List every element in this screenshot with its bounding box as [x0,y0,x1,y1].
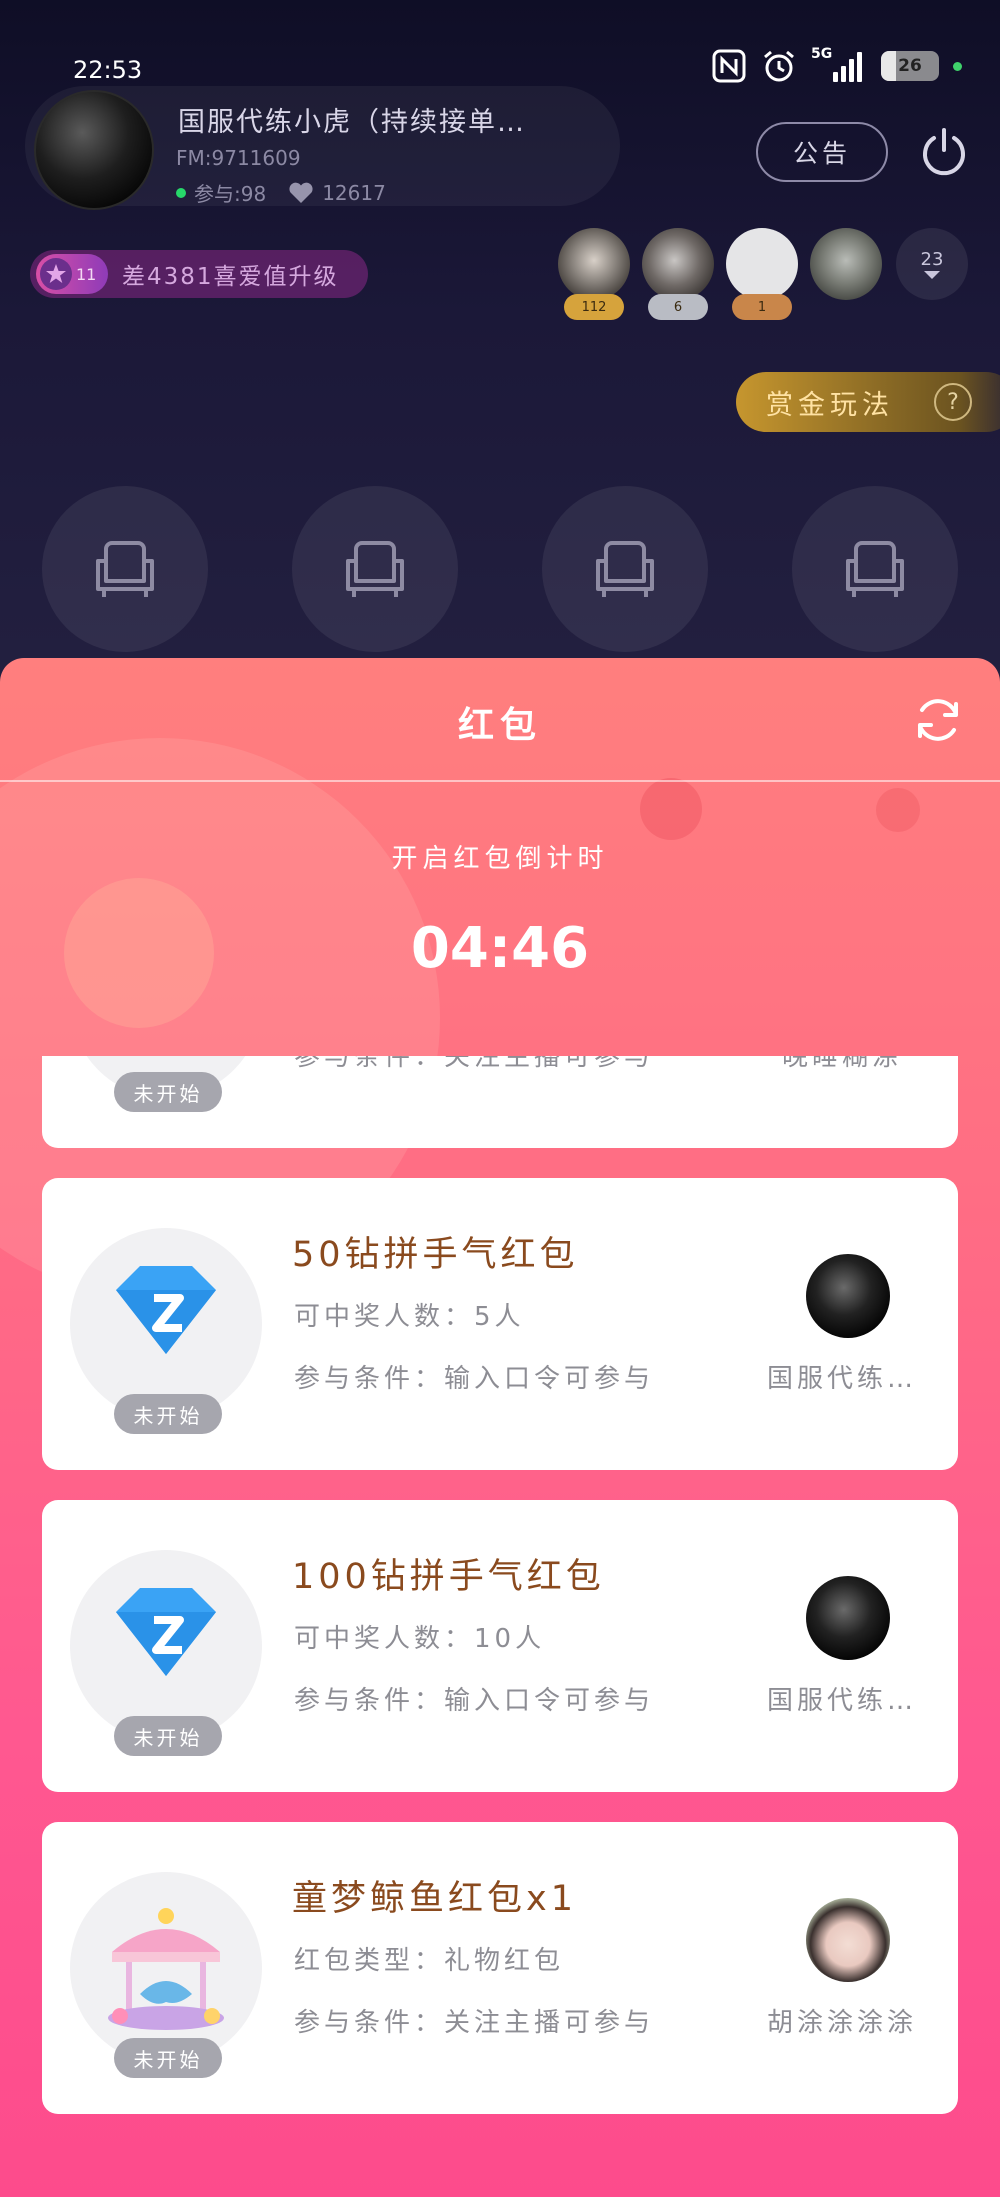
countdown-timer: 04:46 [410,916,590,981]
seat-icon [346,541,404,597]
host-avatar[interactable] [34,90,154,210]
card-condition: 参与条件：关注主播可参与 [294,1056,655,1072]
likes-count: 12617 [322,180,386,205]
chevron-down-icon [924,270,940,279]
bounty-play-label: 赏金玩法 [766,389,894,421]
level-badge: 11 [36,254,108,294]
red-packet-icon-wrap [70,1872,262,2064]
status-badge: 未开始 [114,1394,222,1434]
countdown-label: 开启红包倒计时 [391,844,609,874]
divider [0,780,1000,782]
diamond-icon [116,1588,216,1676]
host-name[interactable]: 国服代练小虎（持续接单… [178,100,526,139]
seat-icon [846,541,904,597]
level-number: 11 [76,264,97,284]
card-title: 100钻拼手气红包 [292,1557,605,1597]
battery-level: 26 [898,56,922,76]
alarm-icon [761,48,797,84]
viewer-avatar[interactable]: 6 [642,228,714,320]
red-packet-card[interactable]: 未开始 50钻拼手气红包 可中奖人数：5人 参与条件：输入口令可参与 国服代练… [42,1178,958,1470]
card-title: 50钻拼手气红包 [292,1235,579,1275]
red-packet-card[interactable]: 未开始 参与条件：关注主播可参与 晚睡糊涂 [42,1056,958,1148]
viewer-rank-badge: 112 [564,294,624,320]
mic-seat[interactable] [542,486,708,652]
live-room-background: 22:53 5G 26 国服代练小虎（持续接单… FM:9711609 参与:9… [0,0,1000,700]
notice-button[interactable]: 公告 [756,122,888,182]
bounty-play-button[interactable]: 赏金玩法 ? [736,372,1000,432]
red-packet-list[interactable]: 未开始 参与条件：关注主播可参与 晚睡糊涂 未开始 50钻拼手气红包 可中奖人数… [42,1056,958,2156]
status-badge: 未开始 [114,2038,222,2078]
power-icon[interactable] [918,126,970,178]
status-badge: 未开始 [114,1716,222,1756]
decoration [640,778,702,840]
viewer-rank-badge: 6 [648,294,708,320]
status-time: 22:53 [73,56,143,84]
carousel-gift-icon [108,1908,224,2030]
card-sender-name: 晚睡糊涂 [781,1056,902,1072]
mic-seats [42,486,958,652]
card-packet-type: 红包类型：礼物红包 [294,1946,565,1976]
card-winners: 可中奖人数：10人 [294,1624,546,1654]
card-sender-name: 胡涂涂涂涂 [766,2008,917,2038]
sender-avatar[interactable] [806,1576,890,1660]
viewer-avatars: 112 6 1 [558,228,882,320]
card-sender-name: 国服代练… [766,1686,917,1716]
level-progress-pill[interactable]: 11 差4381喜爱值升级 [30,250,368,298]
online-dot [176,187,186,198]
status-bar: 22:53 5G 26 [0,0,1000,84]
card-condition: 参与条件：输入口令可参与 [294,1686,655,1716]
sender-avatar[interactable] [806,1254,890,1338]
battery-icon: 26 [881,51,939,81]
status-badge: 未开始 [114,1072,222,1112]
viewer-avatar[interactable]: 1 [726,228,798,320]
sheet-title: 红包 [457,705,542,746]
card-winners: 可中奖人数：5人 [294,1302,525,1332]
status-icons: 5G 26 [711,46,962,84]
red-packet-sheet: 红包 开启红包倒计时 04:46 未开始 参与条件：关注主播可参与 晚睡糊涂 未… [0,658,1000,2197]
signal-icon: 5G [811,46,867,82]
participants-count: 参与:98 [194,182,267,206]
red-packet-card[interactable]: 未开始 童梦鲸鱼红包x1 红包类型：礼物红包 参与条件：关注主播可参与 胡涂涂涂… [42,1822,958,2114]
diamond-icon [116,1266,216,1354]
help-icon[interactable]: ? [934,383,972,421]
room-stats: 参与:98 12617 [176,178,386,207]
more-viewers-count: 23 [920,248,944,270]
red-packet-card[interactable]: 未开始 100钻拼手气红包 可中奖人数：10人 参与条件：输入口令可参与 国服代… [42,1500,958,1792]
red-packet-icon-wrap [70,1228,262,1420]
decoration [876,788,920,832]
viewer-avatar[interactable] [810,228,882,320]
room-fm-id: FM:9711609 [176,146,301,170]
level-progress-text: 差4381喜爱值升级 [122,264,339,290]
mic-seat[interactable] [292,486,458,652]
seat-icon [96,541,154,597]
mic-seat[interactable] [42,486,208,652]
nfc-icon [711,48,747,84]
card-condition: 参与条件：输入口令可参与 [294,1364,655,1394]
indicator-dot [953,61,962,71]
refresh-icon[interactable] [910,692,966,748]
star-icon [40,258,72,290]
viewer-avatar[interactable]: 112 [558,228,630,320]
mic-seat[interactable] [792,486,958,652]
sender-avatar[interactable] [806,1898,890,1982]
card-sender-name: 国服代练… [766,1364,917,1394]
seat-icon [596,541,654,597]
network-label: 5G [811,46,833,62]
card-title: 童梦鲸鱼红包x1 [292,1879,577,1919]
viewer-rank-badge: 1 [732,294,792,320]
card-condition: 参与条件：关注主播可参与 [294,2008,655,2038]
more-viewers-button[interactable]: 23 [896,228,968,300]
heart-icon [289,182,313,203]
red-packet-icon-wrap [70,1550,262,1742]
